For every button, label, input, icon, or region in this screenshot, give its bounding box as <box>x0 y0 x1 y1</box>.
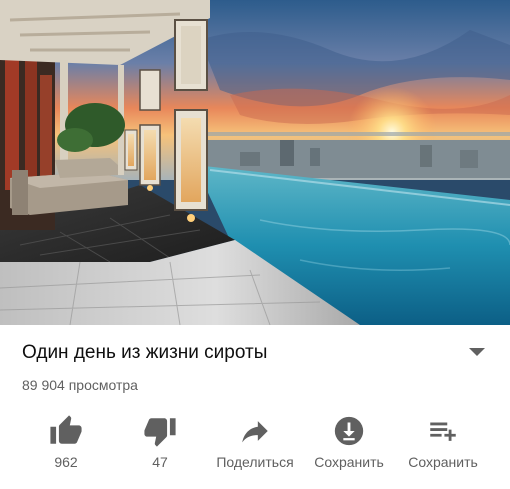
expand-description-icon[interactable] <box>466 345 488 359</box>
like-button[interactable]: 962 <box>26 410 106 476</box>
view-count: 89 904 просмотра <box>22 377 138 393</box>
video-thumbnail-image <box>0 0 510 325</box>
video-action-bar: 962 47 Поделиться Сохранить Сохранить <box>0 410 510 480</box>
download-button[interactable]: Сохранить <box>304 410 394 476</box>
save-to-playlist-button[interactable]: Сохранить <box>398 410 488 476</box>
dislike-button[interactable]: 47 <box>120 410 200 476</box>
download-icon <box>332 414 366 448</box>
like-count: 962 <box>54 454 78 470</box>
dislike-count: 47 <box>152 454 168 470</box>
thumb-up-icon <box>49 414 83 448</box>
save-to-playlist-label: Сохранить <box>408 454 478 470</box>
download-label: Сохранить <box>314 454 384 470</box>
video-player[interactable] <box>0 0 510 325</box>
share-button[interactable]: Поделиться <box>208 410 302 476</box>
video-title: Один день из жизни сироты <box>22 342 268 363</box>
thumb-down-icon <box>143 414 177 448</box>
share-label: Поделиться <box>216 454 294 470</box>
video-title-row[interactable]: Один день из жизни сироты <box>0 325 510 377</box>
playlist-add-icon <box>426 414 460 448</box>
share-icon <box>238 414 272 448</box>
